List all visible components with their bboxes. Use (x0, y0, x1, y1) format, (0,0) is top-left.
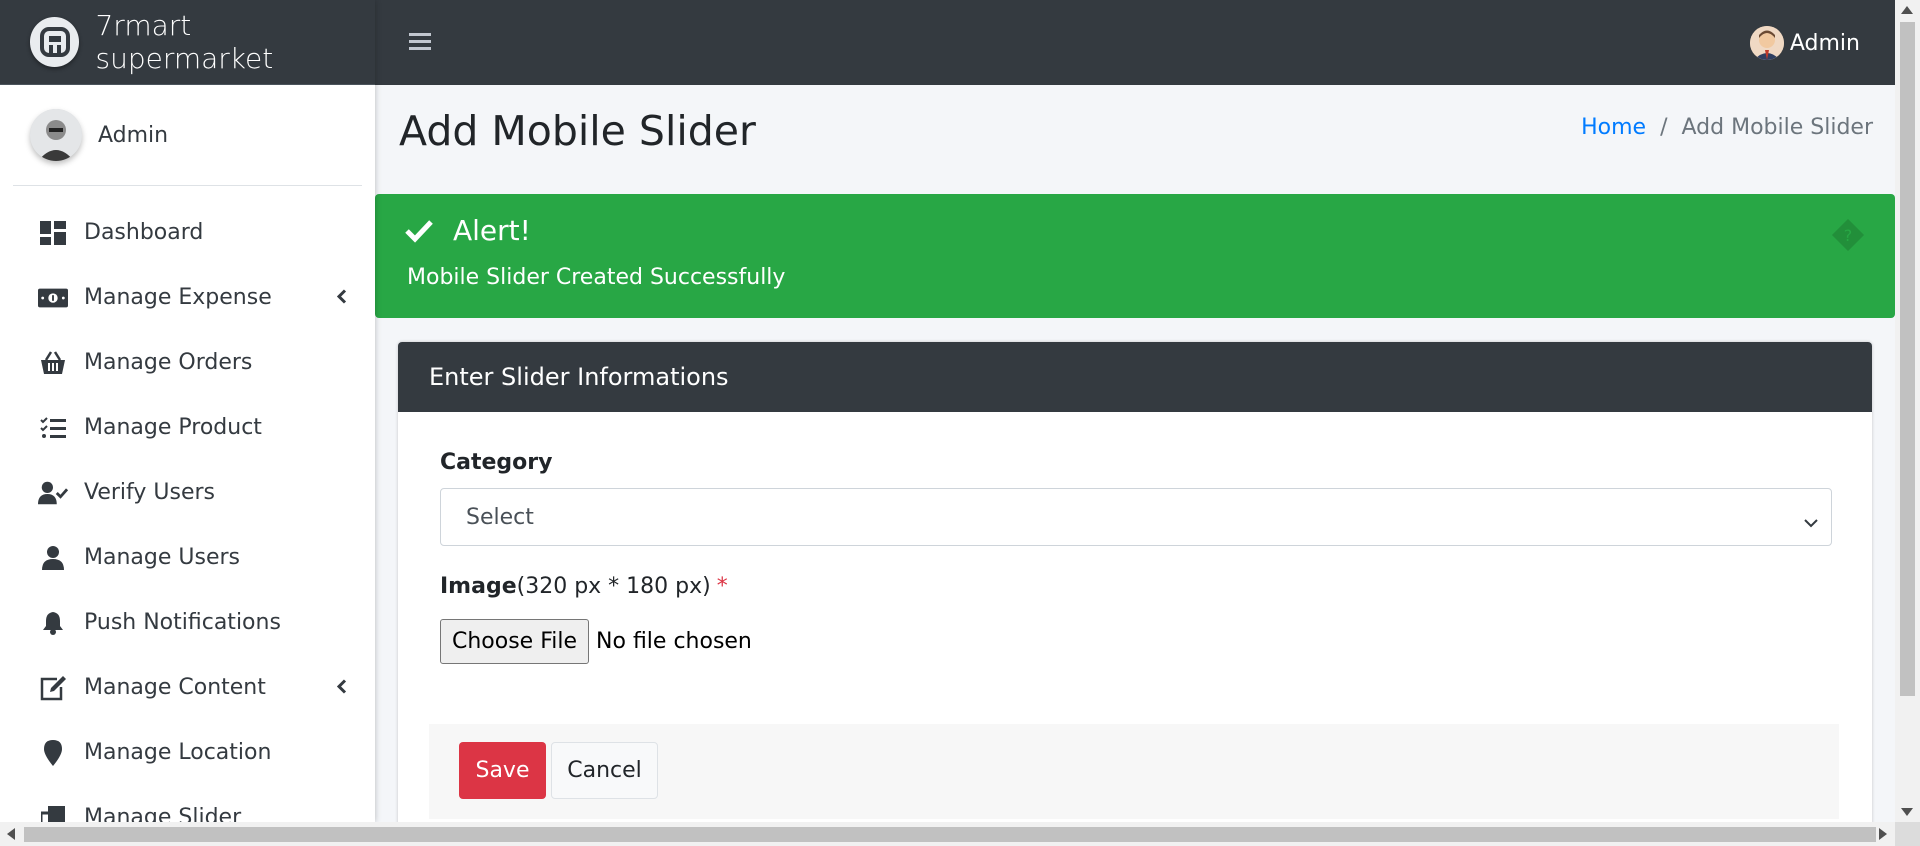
map-marker-icon (38, 738, 68, 768)
sidebar-item-manage-slider[interactable]: Manage Slider (0, 785, 375, 822)
chevron-left-icon (336, 675, 347, 700)
tasks-list-icon (38, 413, 68, 443)
money-bill-icon (38, 283, 68, 313)
sidebar-item-label: Manage Location (84, 740, 272, 765)
sidebar-item-label: Manage Product (84, 415, 262, 440)
menu-toggle-icon[interactable] (408, 30, 432, 54)
clone-icon (38, 803, 68, 822)
user-menu[interactable]: Admin (1749, 26, 1860, 60)
card-title: Enter Slider Informations (398, 342, 1872, 412)
image-label-text: Image (440, 574, 517, 599)
image-size-hint: (320 px * 180 px) (516, 574, 711, 599)
sidebar-item-label: Manage Slider (84, 805, 242, 822)
close-icon[interactable]: ? (1831, 218, 1865, 256)
avatar (30, 109, 82, 161)
sidebar-item-manage-expense[interactable]: Manage Expense (0, 265, 375, 330)
category-select-value: Select (466, 504, 534, 530)
category-label: Category (440, 450, 552, 475)
sidebar-item-manage-location[interactable]: Manage Location (0, 720, 375, 785)
scrollbar-corner (1895, 822, 1920, 846)
sidebar-item-manage-orders[interactable]: Manage Orders (0, 330, 375, 395)
svg-text:?: ? (1844, 226, 1853, 245)
sidebar-user-panel[interactable]: Admin (13, 85, 362, 186)
alert-heading: Alert! (405, 214, 531, 247)
breadcrumb-current: Add Mobile Slider (1681, 115, 1873, 140)
sidebar-item-label: Dashboard (84, 220, 204, 245)
sidebar-item-manage-product[interactable]: Manage Product (0, 395, 375, 460)
chevron-down-icon (1803, 510, 1819, 535)
horizontal-scroll-thumb[interactable] (24, 827, 1876, 842)
sidebar-item-label: Push Notifications (84, 610, 281, 635)
horizontal-scrollbar[interactable] (0, 822, 1920, 846)
scroll-up-icon[interactable] (1901, 6, 1913, 14)
sidebar-item-label: Manage Content (84, 675, 266, 700)
scroll-right-icon[interactable] (1879, 828, 1887, 840)
top-user-name: Admin (1789, 30, 1860, 56)
alert-title: Alert! (453, 214, 531, 247)
required-mark: * (716, 574, 728, 599)
breadcrumb: Home / Add Mobile Slider (1581, 115, 1873, 140)
scroll-down-icon[interactable] (1901, 808, 1913, 816)
bell-icon (38, 608, 68, 638)
avatar (1749, 26, 1784, 60)
file-status: No file chosen (596, 629, 752, 654)
alert-message: Mobile Slider Created Successfully (407, 265, 786, 290)
save-button[interactable]: Save (459, 742, 546, 799)
sidebar-item-label: Manage Expense (84, 285, 272, 310)
sidebar-item-push-notifications[interactable]: Push Notifications (0, 590, 375, 655)
sidebar-item-manage-users[interactable]: Manage Users (0, 525, 375, 590)
choose-file-button[interactable]: Choose File (440, 619, 590, 664)
scroll-left-icon[interactable] (7, 828, 15, 840)
sidebar-user-name: Admin (98, 122, 169, 148)
sidebar-nav: Dashboard Manage Expense Manage Orders M… (0, 186, 375, 822)
slider-form-card: Enter Slider Informations Category Selec… (398, 342, 1872, 842)
main-content: Add Mobile Slider Home / Add Mobile Slid… (375, 85, 1895, 842)
brand-link[interactable]: 7rmart supermarket (0, 0, 375, 85)
image-label: Image(320 px * 180 px) * (440, 574, 728, 599)
sidebar-item-label: Manage Users (84, 545, 240, 570)
success-alert: Alert! Mobile Slider Created Successfull… (375, 194, 1895, 318)
sidebar-item-manage-content[interactable]: Manage Content (0, 655, 375, 720)
category-select[interactable]: Select (440, 488, 1832, 546)
sidebar: 7rmart supermarket Admin Dashboard Manag… (0, 0, 375, 822)
sidebar-item-label: Manage Orders (84, 350, 253, 375)
user-check-icon (38, 478, 68, 508)
brand-logo-icon (30, 17, 80, 67)
page-title: Add Mobile Slider (399, 107, 756, 155)
user-icon (38, 543, 68, 573)
basket-icon (38, 348, 68, 378)
card-footer: Save Cancel (429, 724, 1839, 819)
vertical-scrollbar[interactable] (1895, 0, 1920, 822)
top-navbar: Admin (375, 0, 1895, 85)
category-label-text: Category (440, 450, 553, 475)
cancel-button[interactable]: Cancel (551, 742, 658, 799)
breadcrumb-home-link[interactable]: Home (1581, 115, 1646, 140)
check-icon (405, 219, 433, 243)
breadcrumb-separator: / (1660, 115, 1668, 140)
image-file-input: Choose File No file chosen (440, 619, 752, 664)
dashboard-icon (38, 218, 68, 248)
chevron-left-icon (336, 285, 347, 310)
vertical-scroll-thumb[interactable] (1900, 22, 1915, 696)
brand-name: 7rmart supermarket (95, 9, 274, 75)
edit-icon (38, 673, 68, 703)
sidebar-item-label: Verify Users (84, 480, 216, 505)
sidebar-item-verify-users[interactable]: Verify Users (0, 460, 375, 525)
sidebar-item-dashboard[interactable]: Dashboard (0, 200, 375, 265)
